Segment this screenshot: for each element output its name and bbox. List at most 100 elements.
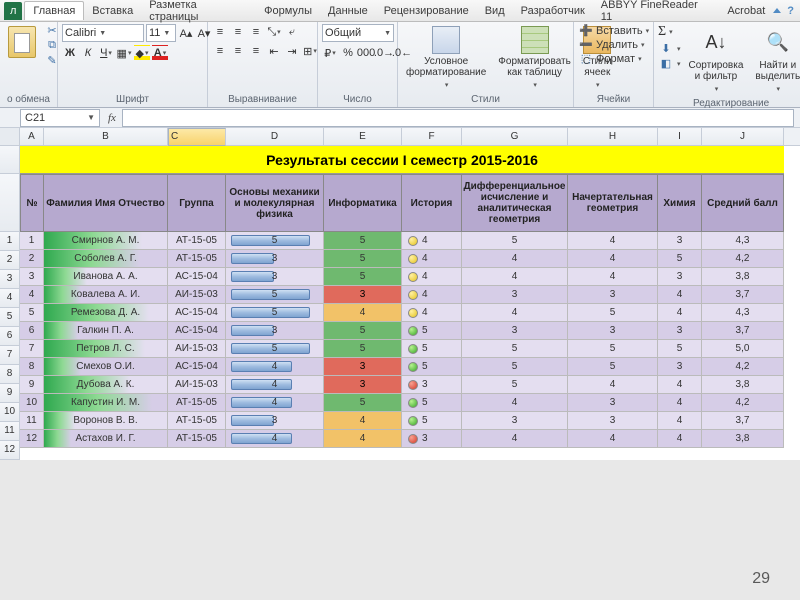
underline-icon[interactable]: Ч▾ (98, 45, 114, 61)
cell-avg[interactable]: 5,0 (702, 340, 784, 358)
col-header-I[interactable]: I (658, 128, 702, 145)
cell-group[interactable]: АТ-15-05 (168, 250, 226, 268)
align-left-icon[interactable]: ≡ (212, 43, 228, 59)
fill-button[interactable]: ⬇▾ (658, 42, 681, 55)
cell-inf[interactable]: 3 (324, 286, 402, 304)
cell-inf[interactable]: 3 (324, 376, 402, 394)
cell-hist[interactable]: 3 (402, 430, 462, 448)
col-header-A[interactable]: A (20, 128, 44, 145)
cell-nach[interactable]: 4 (568, 232, 658, 250)
cell-avg[interactable]: 4,2 (702, 394, 784, 412)
cell-hist[interactable]: 3 (402, 376, 462, 394)
col-header-D[interactable]: D (226, 128, 324, 145)
align-center-icon[interactable]: ≡ (230, 43, 246, 59)
cell-nach[interactable]: 5 (568, 340, 658, 358)
orientation-icon[interactable]: ⤡▾ (266, 24, 282, 40)
cell-nach[interactable]: 5 (568, 358, 658, 376)
align-top-icon[interactable]: ≡ (212, 24, 228, 40)
cell-inf[interactable]: 4 (324, 412, 402, 430)
cell-inf[interactable]: 5 (324, 250, 402, 268)
cell-inf[interactable]: 5 (324, 322, 402, 340)
bold-icon[interactable]: Ж (62, 45, 78, 61)
row-header[interactable]: 4 (0, 289, 20, 308)
tab-review[interactable]: Рецензирование (376, 2, 477, 20)
cell-chem[interactable]: 4 (658, 304, 702, 322)
cell-n[interactable]: 1 (20, 232, 44, 250)
tab-home[interactable]: Главная (24, 1, 84, 20)
cell-chem[interactable]: 5 (658, 340, 702, 358)
percent-icon[interactable]: % (340, 45, 356, 61)
name-box[interactable]: C21▼ (20, 109, 100, 127)
cell-diff[interactable]: 4 (462, 430, 568, 448)
cell-hist[interactable]: 5 (402, 412, 462, 430)
tab-acrobat[interactable]: Acrobat (719, 2, 773, 20)
cell-mech[interactable]: 5 (226, 286, 324, 304)
align-middle-icon[interactable]: ≡ (230, 24, 246, 40)
cell-avg[interactable]: 4,3 (702, 304, 784, 322)
row-header[interactable]: 10 (0, 403, 20, 422)
cell-group[interactable]: АИ-15-03 (168, 376, 226, 394)
sort-filter-button[interactable]: A↓ Сортировка и фильтр▾ (685, 24, 748, 97)
help-icon[interactable]: ? (787, 5, 794, 17)
tab-developer[interactable]: Разработчик (513, 2, 593, 20)
currency-icon[interactable]: ₽▾ (322, 45, 338, 61)
format-as-table-button[interactable]: Форматировать как таблицу▾ (494, 24, 575, 93)
align-bottom-icon[interactable]: ≡ (248, 24, 264, 40)
wrap-text-icon[interactable]: ⤶ (284, 24, 300, 40)
cell-group[interactable]: АС-15-04 (168, 358, 226, 376)
border-icon[interactable]: ▦▾ (116, 45, 132, 61)
row-header[interactable]: 8 (0, 365, 20, 384)
cell-nach[interactable]: 4 (568, 430, 658, 448)
cell-chem[interactable]: 3 (658, 322, 702, 340)
col-header-B[interactable]: B (44, 128, 168, 145)
cell-group[interactable]: АИ-15-03 (168, 286, 226, 304)
tab-formulas[interactable]: Формулы (256, 2, 320, 20)
autosum-button[interactable]: Σ▾ (658, 24, 681, 40)
cell-hist[interactable]: 4 (402, 304, 462, 322)
cell-hist[interactable]: 5 (402, 358, 462, 376)
tab-view[interactable]: Вид (477, 2, 513, 20)
cell-n[interactable]: 8 (20, 358, 44, 376)
row-header[interactable]: 1 (0, 232, 20, 251)
cell-hist[interactable]: 4 (402, 268, 462, 286)
cell-inf[interactable]: 4 (324, 430, 402, 448)
row-header[interactable]: 12 (0, 441, 20, 460)
row-header[interactable]: 6 (0, 327, 20, 346)
cell-avg[interactable]: 3,8 (702, 376, 784, 394)
cell-group[interactable]: АС-15-04 (168, 322, 226, 340)
cell-avg[interactable]: 3,7 (702, 412, 784, 430)
cell-group[interactable]: АС-15-04 (168, 304, 226, 322)
cell-fio[interactable]: Ковалева А. И. (44, 286, 168, 304)
cell-n[interactable]: 9 (20, 376, 44, 394)
col-header-E[interactable]: E (324, 128, 402, 145)
format-cells-button[interactable]: ⬚Формат▾ (578, 52, 642, 65)
number-format-select[interactable]: Общий▼ (322, 24, 394, 42)
cell-chem[interactable]: 4 (658, 412, 702, 430)
comma-icon[interactable]: 000 (358, 45, 374, 61)
cell-n[interactable]: 12 (20, 430, 44, 448)
cell-nach[interactable]: 3 (568, 322, 658, 340)
merge-icon[interactable]: ⊞▾ (302, 43, 318, 59)
indent-dec-icon[interactable]: ⇤ (266, 43, 282, 59)
find-select-button[interactable]: 🔍 Найти и выделить▾ (751, 24, 800, 97)
cell-fio[interactable]: Астахов И. Г. (44, 430, 168, 448)
cell-mech[interactable]: 4 (226, 394, 324, 412)
cell-avg[interactable]: 3,8 (702, 268, 784, 286)
cell-inf[interactable]: 5 (324, 340, 402, 358)
row-header[interactable]: 2 (0, 251, 20, 270)
row-header[interactable]: 3 (0, 270, 20, 289)
tab-abbyy[interactable]: ABBYY FineReader 11 (593, 0, 720, 26)
cell-avg[interactable]: 4,2 (702, 250, 784, 268)
cell-group[interactable]: АТ-15-05 (168, 232, 226, 250)
cell-n[interactable]: 11 (20, 412, 44, 430)
align-right-icon[interactable]: ≡ (248, 43, 264, 59)
minimize-ribbon-icon[interactable] (773, 8, 781, 13)
cell-group[interactable]: АТ-15-05 (168, 430, 226, 448)
cell-diff[interactable]: 3 (462, 412, 568, 430)
italic-icon[interactable]: К (80, 45, 96, 61)
cell-n[interactable]: 6 (20, 322, 44, 340)
cell-hist[interactable]: 5 (402, 322, 462, 340)
col-header-J[interactable]: J (702, 128, 784, 145)
cell-nach[interactable]: 3 (568, 394, 658, 412)
cell-diff[interactable]: 5 (462, 358, 568, 376)
